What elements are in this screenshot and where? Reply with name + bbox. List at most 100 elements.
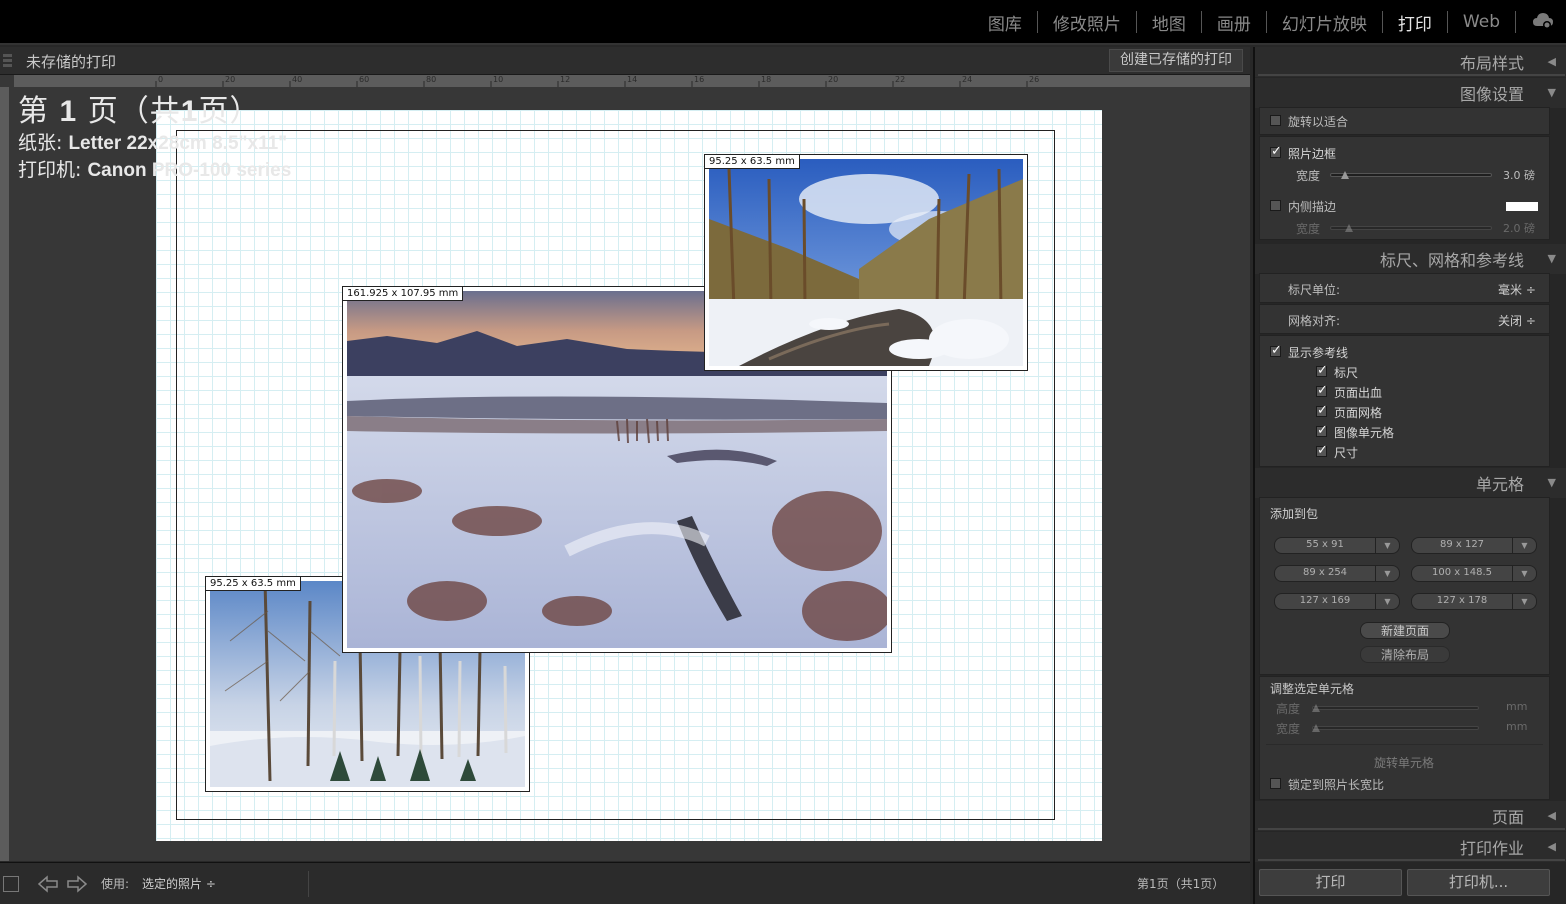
- new-page-button[interactable]: 新建页面: [1360, 622, 1450, 639]
- ruler-units-select[interactable]: 毫米 ÷: [1498, 281, 1536, 298]
- chevron-down-icon[interactable]: ▼: [1512, 538, 1536, 553]
- image-cell[interactable]: 95.25 x 63.5 mm: [704, 154, 1028, 371]
- page-status: 第1页（共1页）: [1137, 877, 1225, 891]
- size-button[interactable]: 89 x 254 ▼: [1274, 565, 1400, 582]
- photo-border-label: 照片边框: [1288, 147, 1337, 161]
- module-print[interactable]: 打印: [1383, 10, 1447, 35]
- collapse-triangle-icon[interactable]: ◀: [1548, 809, 1556, 822]
- print-button[interactable]: 打印: [1259, 869, 1402, 896]
- chevron-down-icon[interactable]: ▼: [1375, 566, 1399, 581]
- chevron-down-icon[interactable]: ▼: [1512, 594, 1536, 609]
- clear-layout-button[interactable]: 清除布局: [1360, 646, 1450, 663]
- module-separator: [1515, 11, 1516, 33]
- arrow-left-icon[interactable]: [38, 875, 58, 893]
- view-toggle-icon[interactable]: [3, 876, 19, 892]
- panel-cells[interactable]: 单元格 ▼: [1255, 468, 1566, 498]
- chevron-down-icon[interactable]: ▼: [1375, 538, 1399, 553]
- panel-image-settings[interactable]: 图像设置 ▼: [1255, 78, 1566, 108]
- grid-snap-row: 网格对齐: 关闭 ÷: [1259, 304, 1550, 334]
- print-page[interactable]: 95.25 x 63.5 mm 161.925 x 107.95 mm 95.2…: [156, 110, 1102, 841]
- guides-section: 显示参考线 标尺 页面出血 页面网格 图像单元格 尺寸: [1259, 335, 1550, 467]
- printer-value: Canon PRO-100 series: [87, 160, 292, 181]
- module-slideshow[interactable]: 幻灯片放映: [1267, 10, 1382, 35]
- size-button[interactable]: 100 x 148.5 ▼: [1411, 565, 1537, 582]
- module-map[interactable]: 地图: [1137, 10, 1201, 35]
- panel-print-job[interactable]: 打印作业 ◀: [1255, 832, 1566, 862]
- guide-grid-checkbox[interactable]: [1316, 403, 1328, 418]
- right-panel: 布局样式 ◀ 图像设置 ▼ 旋转以适合 照片边框 宽度 3.0 磅 内侧描边 宽…: [1253, 47, 1566, 904]
- bottom-toolbar: 使用: 选定的照片 ÷ 第1页（共1页）: [0, 862, 1250, 904]
- border-width-knob[interactable]: [1341, 171, 1349, 179]
- chevron-down-icon[interactable]: ▼: [1375, 594, 1399, 609]
- panel-page[interactable]: 页面 ◀: [1255, 801, 1566, 831]
- cell-width-knob[interactable]: [1312, 724, 1320, 732]
- paper-value: Letter 22x28cm 8.5"x11": [68, 133, 288, 154]
- cloud-sync-icon[interactable]: [1532, 11, 1554, 31]
- cell-height-knob[interactable]: [1312, 704, 1320, 712]
- add-to-package-section: 添加到包 55 x 91 ▼ 89 x 127 ▼ 89 x 254 ▼ 100…: [1259, 497, 1550, 675]
- ruler-label: 40: [292, 75, 303, 84]
- module-web[interactable]: Web: [1448, 12, 1515, 32]
- page-current: 1: [59, 95, 78, 128]
- size-button[interactable]: 55 x 91 ▼: [1274, 537, 1400, 554]
- page-suffix: 页（共: [87, 94, 181, 129]
- printer-button[interactable]: 打印机...: [1407, 869, 1550, 896]
- size-label: 55 x 91: [1306, 539, 1344, 550]
- guide-dimensions-label: 尺寸: [1334, 446, 1359, 460]
- panel-rulers-grid-guides[interactable]: 标尺、网格和参考线 ▼: [1255, 244, 1566, 274]
- document-header: 未存储的打印 创建已存储的打印: [0, 47, 1250, 75]
- stroke-color-swatch[interactable]: [1506, 202, 1538, 211]
- chevron-down-icon[interactable]: ▼: [1512, 566, 1536, 581]
- stroke-width-slider[interactable]: [1330, 226, 1492, 230]
- show-guides-label: 显示参考线: [1288, 346, 1349, 360]
- stroke-width-knob[interactable]: [1345, 224, 1353, 232]
- inner-stroke-checkbox[interactable]: [1270, 200, 1281, 211]
- lightroom-print-module: 图库 修改照片 地图 画册 幻灯片放映 打印 Web 未存储的打印 创建已存储的…: [0, 0, 1566, 904]
- cell-width-unit: mm: [1506, 720, 1528, 733]
- panel-layout-style[interactable]: 布局样式 ◀: [1255, 47, 1566, 77]
- size-label: 89 x 127: [1439, 539, 1485, 550]
- guide-image-cells-checkbox[interactable]: [1316, 423, 1328, 438]
- cell-width-slider[interactable]: [1312, 726, 1479, 730]
- size-button[interactable]: 89 x 127 ▼: [1411, 537, 1537, 554]
- rotate-to-fit-checkbox[interactable]: [1270, 115, 1281, 126]
- expand-triangle-icon[interactable]: ▼: [1548, 86, 1556, 99]
- size-button[interactable]: 127 x 169 ▼: [1274, 593, 1400, 610]
- create-saved-print-button[interactable]: 创建已存储的打印: [1109, 49, 1243, 72]
- rotate-to-fit-row: 旋转以适合: [1259, 107, 1550, 135]
- photo-border-checkbox[interactable]: [1270, 144, 1282, 159]
- paper-info: 纸张: Letter 22x28cm 8.5"x11": [18, 130, 291, 157]
- expand-triangle-icon[interactable]: ▼: [1548, 476, 1556, 489]
- ruler-label: 24: [962, 75, 973, 84]
- ruler-units-row: 标尺单位: 毫米 ÷: [1259, 273, 1550, 303]
- panel-title: 单元格: [1475, 475, 1524, 494]
- size-label: 127 x 178: [1436, 595, 1488, 606]
- size-label: 100 x 148.5: [1432, 567, 1492, 578]
- guide-bleed-checkbox[interactable]: [1316, 383, 1328, 398]
- cell-dimension-label: 95.25 x 63.5 mm: [705, 155, 800, 169]
- module-bar: 图库 修改照片 地图 画册 幻灯片放映 打印 Web: [0, 0, 1566, 45]
- print-canvas: 0 20 40 60 80 10 12 14 16 18 20 22 24 26…: [0, 75, 1250, 861]
- module-library[interactable]: 图库: [973, 10, 1037, 35]
- panel-title: 打印作业: [1459, 839, 1524, 858]
- lock-aspect-checkbox[interactable]: [1270, 778, 1281, 789]
- use-selector[interactable]: 选定的照片 ÷: [142, 863, 216, 904]
- collapse-triangle-icon[interactable]: ◀: [1548, 55, 1556, 68]
- cell-height-slider[interactable]: [1312, 706, 1479, 710]
- guide-dimensions-checkbox[interactable]: [1316, 443, 1328, 458]
- rotate-cell-button[interactable]: 旋转单元格: [1374, 754, 1434, 771]
- arrow-right-icon[interactable]: [67, 875, 87, 893]
- expand-triangle-icon[interactable]: ▼: [1548, 252, 1556, 265]
- grid-snap-select[interactable]: 关闭 ÷: [1498, 312, 1536, 329]
- panel-handle-icon[interactable]: [3, 54, 12, 68]
- show-guides-checkbox[interactable]: [1270, 343, 1282, 358]
- size-label: 89 x 254: [1302, 567, 1348, 578]
- size-button[interactable]: 127 x 178 ▼: [1411, 593, 1537, 610]
- module-book[interactable]: 画册: [1202, 10, 1266, 35]
- guide-rulers-checkbox[interactable]: [1316, 363, 1328, 378]
- border-width-slider[interactable]: [1330, 173, 1492, 177]
- module-develop[interactable]: 修改照片: [1038, 10, 1136, 35]
- cell-height-unit: mm: [1506, 700, 1528, 713]
- printer-info: 打印机: Canon PRO-100 series: [18, 157, 291, 184]
- collapse-triangle-icon[interactable]: ◀: [1548, 840, 1556, 853]
